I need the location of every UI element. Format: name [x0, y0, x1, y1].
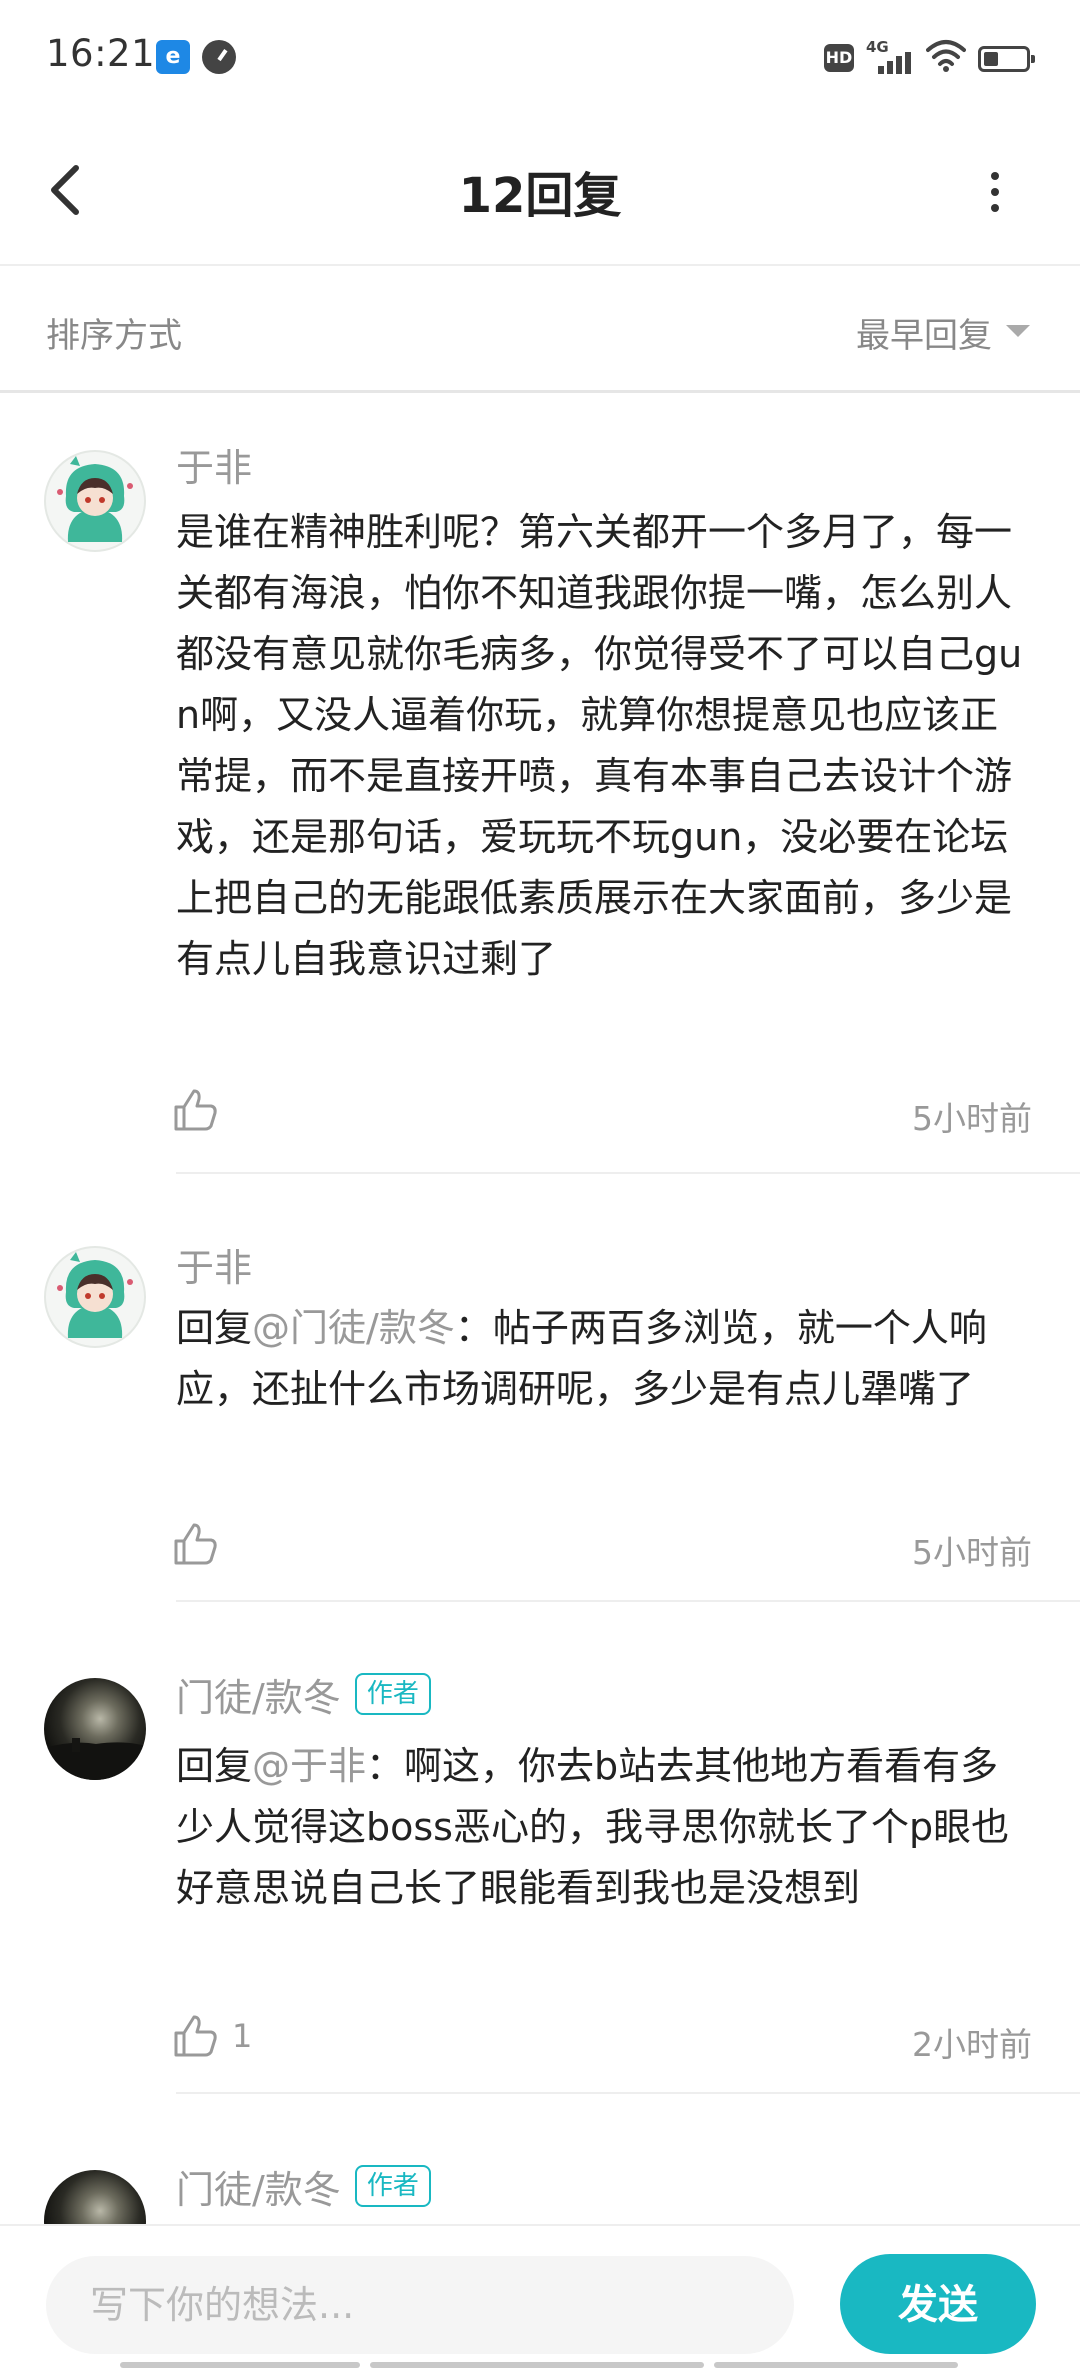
reply-prefix: 回复	[176, 1306, 253, 1350]
avatar[interactable]	[44, 1678, 146, 1780]
comment-text: 回复@门徒/款冬：帖子两百多浏览，就一个人响应，还扯什么市场调研呢，多少是有点儿…	[176, 1298, 1036, 1420]
comment-timestamp: 5小时前	[912, 1099, 1032, 1138]
mention-link[interactable]: @于非	[252, 1744, 366, 1788]
caret-down-icon	[1006, 325, 1030, 337]
avatar[interactable]	[44, 1246, 146, 1348]
comment-text: 是谁在精神胜利呢？第六关都开一个多月了，每一关都有海浪，怕你不知道我跟你提一嘴，…	[176, 510, 1023, 981]
comment-timestamp: 2小时前	[912, 2025, 1032, 2064]
sort-bar: 排序方式 最早回复	[0, 266, 1080, 393]
anime-avatar-icon	[57, 1252, 133, 1338]
avatar[interactable]	[44, 450, 146, 552]
status-time: 16:21	[46, 32, 156, 75]
author-badge: 作者	[354, 1673, 431, 1715]
comment-header: 于非	[176, 436, 252, 492]
status-bar: 16:21 e HD 4G	[0, 0, 1080, 116]
reply-input[interactable]	[46, 2256, 794, 2354]
battery-icon	[978, 46, 1035, 72]
thumbs-up-icon	[174, 2015, 217, 2057]
comment-thread-page: 16:21 e HD 4G 12回复 排序方式 最早回复 于非 是谁在精神胜利呢…	[0, 0, 1080, 2376]
nav-gesture-bar	[714, 2362, 958, 2368]
clock-notification-icon	[202, 40, 236, 74]
comment-header: 于非	[176, 1236, 252, 1292]
sort-order-value: 最早回复	[856, 316, 992, 356]
network-type-label: 4G	[866, 38, 889, 56]
like-button[interactable]	[172, 1084, 232, 1136]
send-button[interactable]: 发送	[840, 2254, 1036, 2354]
username[interactable]: 于非	[176, 437, 252, 492]
page-header: 12回复	[0, 116, 1080, 266]
avatar[interactable]	[44, 2170, 146, 2224]
cellular-signal-icon: 4G	[866, 38, 916, 74]
comment-item: 门徒/款冬 作者	[0, 2094, 1080, 2224]
comment-header: 门徒/款冬 作者	[176, 1666, 431, 1722]
dark-photo-avatar-icon	[44, 1738, 146, 1780]
author-badge: 作者	[354, 2165, 431, 2207]
comment-text: 回复@于非：啊这，你去b站去其他地方看看有多少人觉得这boss恶心的，我寻思你就…	[176, 1736, 1036, 1919]
nav-gesture-bar	[120, 2362, 360, 2368]
mention-link[interactable]: @门徒/款冬	[252, 1306, 455, 1350]
sort-order-dropdown[interactable]: 最早回复	[856, 308, 1030, 357]
like-button[interactable]	[172, 1518, 232, 1570]
wifi-icon	[926, 40, 966, 72]
thumbs-up-icon	[174, 1523, 217, 1565]
comment-item: 于非 是谁在精神胜利呢？第六关都开一个多月了，每一关都有海浪，怕你不知道我跟你提…	[0, 392, 1080, 1174]
comment-item: 于非 回复@门徒/款冬：帖子两百多浏览，就一个人响应，还扯什么市场调研呢，多少是…	[0, 1174, 1080, 1602]
thumbs-up-icon	[174, 1089, 217, 1131]
browser-app-icon: e	[156, 40, 190, 74]
username[interactable]: 门徒/款冬	[176, 1667, 341, 1722]
like-count: 1	[232, 2017, 253, 2055]
anime-avatar-icon	[57, 456, 133, 542]
hd-voice-icon: HD	[824, 44, 854, 72]
sort-label: 排序方式	[46, 316, 182, 356]
comment-item: 门徒/款冬 作者 回复@于非：啊这，你去b站去其他地方看看有多少人觉得这boss…	[0, 1602, 1080, 2094]
comment-timestamp: 5小时前	[912, 1533, 1032, 1572]
reply-input-bar: 发送	[0, 2224, 1080, 2376]
comment-header: 门徒/款冬 作者	[176, 2158, 431, 2214]
reply-prefix: 回复	[176, 1744, 253, 1788]
username[interactable]: 门徒/款冬	[176, 2159, 341, 2214]
like-button[interactable]: 1	[172, 2010, 252, 2062]
nav-gesture-bar	[370, 2362, 704, 2368]
page-title: 12回复	[458, 168, 622, 224]
more-options-button[interactable]	[966, 152, 1026, 232]
username[interactable]: 于非	[176, 1237, 252, 1292]
